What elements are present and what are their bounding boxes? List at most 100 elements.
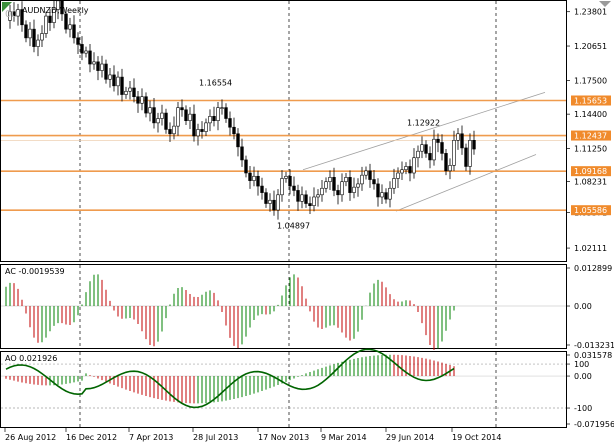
candle-body: [116, 76, 120, 87]
candle-body: [284, 175, 288, 179]
price-tick-label: 1.08231: [574, 177, 607, 186]
candle-body: [364, 170, 368, 176]
ao-tick-label: 0.00: [574, 372, 592, 381]
candle-body: [120, 76, 124, 95]
candle-body: [340, 181, 344, 196]
candle-body: [208, 116, 212, 124]
candle-body: [136, 96, 140, 104]
candle-body: [428, 153, 432, 161]
candle-body: [252, 175, 256, 181]
corner-arrow-icon[interactable]: [599, 1, 611, 7]
candle-body: [304, 194, 308, 204]
candle-body: [184, 109, 188, 121]
candle-body: [128, 87, 132, 92]
ac-panel: AC -0.0019539: [0, 264, 567, 350]
candle-body: [228, 118, 232, 128]
candle-body: [408, 166, 412, 174]
time-tick-label: 7 Apr 2013: [129, 433, 173, 442]
candle-body: [176, 107, 180, 127]
level-label: 1.09168: [574, 167, 607, 176]
candle-body: [32, 28, 36, 47]
candle-body: [272, 199, 276, 211]
candle-body: [28, 28, 32, 39]
ac-axis: 0.012899 0.00 -0.013231: [566, 264, 614, 350]
price-annotation: 1.12922: [407, 118, 440, 127]
candle-body: [192, 113, 196, 137]
price-annotation: 1.04897: [277, 222, 310, 231]
candle-body: [388, 187, 392, 200]
candle-body: [368, 170, 372, 180]
candle-body: [168, 129, 172, 135]
candle-body: [132, 87, 136, 98]
candle-body: [416, 150, 420, 159]
ao-panel: AO 0.021926: [0, 348, 567, 428]
watermark: 00: [5, 9, 18, 20]
candle-body: [68, 24, 72, 30]
candle-body: [172, 125, 176, 135]
price-tick-label: 1.02111: [574, 244, 607, 253]
price-tick-label: 1.17500: [574, 76, 607, 85]
candle-body: [232, 126, 236, 135]
time-tick-label: 16 Dec 2012: [66, 433, 117, 442]
ao-title: AO 0.021926: [5, 354, 57, 363]
candle-body: [244, 159, 248, 174]
candle-body: [280, 178, 284, 196]
candle-body: [432, 138, 436, 161]
time-axis: 26 Aug 2012 16 Dec 2012 7 Apr 2013 28 Jul 2…: [4, 428, 501, 442]
level-label: 1.15653: [574, 96, 607, 105]
candle-body: [332, 177, 336, 191]
candle-body: [64, 13, 68, 30]
candle-body: [472, 140, 476, 150]
candle-body: [148, 107, 152, 114]
candle-body: [288, 175, 292, 187]
candle-body: [440, 142, 444, 154]
price-axis: 1.23801 1.20651 1.17500 1.14400 1.11250 1.082…: [566, 8, 611, 253]
candle-body: [104, 63, 108, 80]
candle-body: [124, 90, 128, 95]
chart-title: AUDNZD,Weekly: [22, 6, 89, 15]
ao-tick-label: 0.031578: [574, 351, 612, 360]
candle-body: [204, 122, 208, 132]
candle-body: [40, 33, 44, 41]
candle-body: [316, 194, 320, 198]
time-tick-label: 17 Nov 2013: [258, 433, 309, 442]
candle-body: [360, 174, 364, 185]
candle-body: [156, 118, 160, 124]
candle-body: [80, 44, 84, 54]
candle-body: [352, 186, 356, 193]
candle-body: [328, 177, 332, 183]
candle-body: [236, 133, 240, 148]
candle-body: [200, 129, 204, 132]
price-tick-label: 1.14400: [574, 110, 607, 119]
candle-body: [344, 177, 348, 183]
candle-body: [220, 107, 224, 109]
price-annotation: 1.16554: [199, 79, 232, 88]
candle-body: [144, 96, 148, 114]
candle-body: [372, 179, 376, 185]
candle-body: [224, 107, 228, 119]
candle-body: [48, 15, 52, 23]
candle-body: [464, 147, 468, 167]
candle-body: [424, 144, 428, 154]
candle-body: [248, 172, 252, 181]
ao-tick-label: 100: [574, 360, 589, 369]
ao-tick-label: -100: [574, 404, 592, 413]
level-label: 1.05586: [574, 206, 607, 215]
ac-panel-frame: [0, 264, 567, 349]
candle-body: [292, 185, 296, 191]
candle-body: [84, 50, 88, 54]
candle-body: [404, 166, 408, 171]
candle-body: [96, 61, 100, 71]
candle-body: [400, 169, 404, 174]
candle-body: [72, 24, 76, 39]
candle-body: [76, 37, 80, 45]
time-tick-label: 28 Jul 2013: [193, 433, 238, 442]
candle-body: [160, 112, 164, 119]
chart-window: 1.16554 1.12922 1.04897 AUDNZD,Weekly 00 1…: [0, 0, 614, 442]
candle-body: [336, 190, 340, 196]
time-tick-label: 29 Jun 2014: [386, 433, 434, 442]
candle-body: [100, 63, 104, 71]
candle-body: [212, 116, 216, 121]
candle-body: [412, 157, 416, 174]
candle-body: [188, 113, 192, 121]
